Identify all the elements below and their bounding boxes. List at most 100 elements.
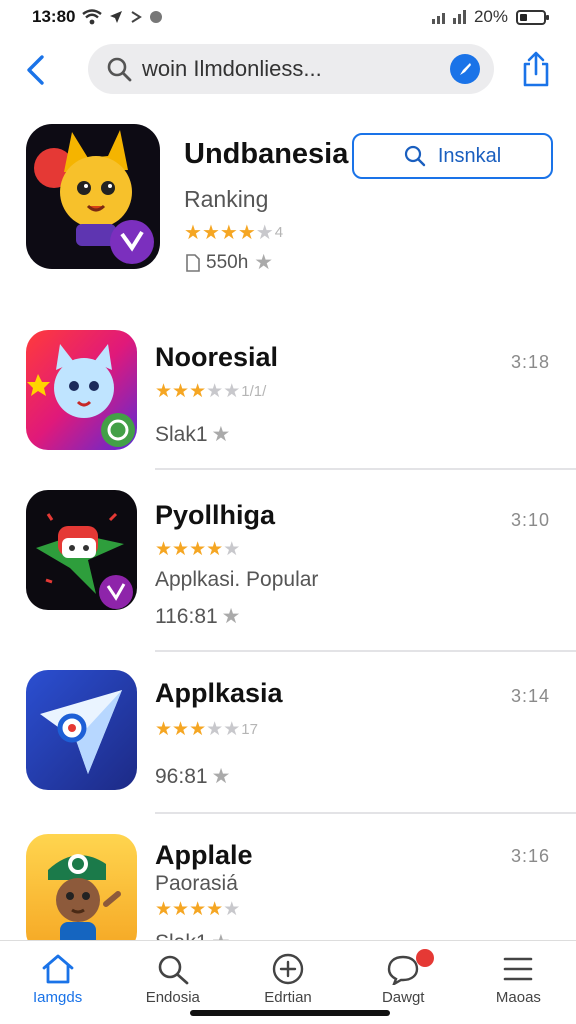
signal-icon: [431, 10, 445, 24]
tab-label: Endosia: [145, 989, 200, 1006]
star-icon: ★: [211, 765, 231, 788]
battery-icon: [516, 9, 549, 25]
app-rating: ★★★★★: [155, 898, 240, 921]
app-time: 3:16: [510, 846, 550, 866]
status-time: 13:80: [32, 7, 76, 26]
star-filled-icon: ★: [201, 222, 220, 244]
featured-size: 550h: [206, 251, 249, 273]
app-icon[interactable]: [26, 834, 137, 954]
app-rating: ★★★★★: [155, 538, 240, 561]
featured-app[interactable]: Undbanesia Ranking ★★★★★ 4 550h ★ Insnka…: [0, 122, 576, 292]
star-filled-icon: ★: [189, 719, 207, 740]
location-icon: [110, 11, 123, 23]
app-category: Paorasiá: [155, 872, 238, 895]
back-button[interactable]: [20, 52, 50, 88]
star-empty-icon: ★: [206, 381, 224, 402]
rating-tail: 17: [241, 721, 258, 738]
app-time: 3:10: [510, 510, 550, 530]
app-time: 3:14: [510, 686, 550, 706]
star-icon: ★: [254, 251, 274, 274]
app-title: Nooresial: [155, 342, 279, 372]
divider: [155, 812, 576, 814]
app-title: Applale: [155, 840, 253, 870]
list-item[interactable]: Nooresial 3:18 ★★★★★ 1/1/ Slak1 ★: [0, 322, 576, 486]
star-filled-icon: ★: [206, 899, 224, 920]
featured-app-title: Undbanesia: [184, 138, 349, 170]
search-icon: [158, 955, 189, 985]
star-empty-icon: ★: [223, 381, 241, 402]
star-filled-icon: ★: [155, 719, 173, 740]
notification-badge: [415, 949, 434, 967]
rating-tail: 4: [274, 224, 284, 241]
app-category: Applkasi. Popular: [155, 568, 319, 591]
plus-circle-icon: [272, 953, 304, 985]
list-item[interactable]: Applkasia 3:14 ★★★★★ 17 96:81 ★: [0, 662, 576, 826]
tab-label: Iamgds: [33, 989, 83, 1006]
share-icon: [523, 51, 549, 87]
app-icon[interactable]: [26, 490, 137, 610]
search-bar[interactable]: woin Ilmdonliess...: [88, 44, 494, 94]
app-count: 116:81 ★: [155, 604, 241, 629]
star-filled-icon: ★: [155, 899, 173, 920]
install-button[interactable]: Insnkal: [352, 133, 553, 179]
dot-icon: [150, 11, 163, 23]
star-icon: ★: [221, 605, 241, 628]
tab-home[interactable]: Iamgds: [0, 941, 115, 1024]
star-empty-icon: ★: [223, 539, 241, 560]
divider: [155, 468, 576, 470]
app-title: Pyollhiga: [155, 500, 276, 530]
featured-app-icon[interactable]: [26, 124, 160, 269]
star-filled-icon: ★: [206, 539, 224, 560]
star-filled-icon: ★: [172, 719, 190, 740]
rating-tail: 1/1/: [241, 383, 267, 400]
app-count-text: 96:81: [155, 764, 208, 788]
tab-menu[interactable]: Maoas: [461, 941, 576, 1024]
app-count: 96:81 ★: [155, 764, 230, 789]
signal-2-icon: [452, 10, 466, 24]
featured-app-subtitle: Ranking: [184, 186, 269, 212]
star-empty-icon: ★: [206, 719, 224, 740]
wifi-icon: [82, 9, 103, 25]
star-filled-icon: ★: [189, 539, 207, 560]
star-filled-icon: ★: [189, 899, 207, 920]
star-filled-icon: ★: [172, 539, 190, 560]
chevron-left-icon: [27, 55, 44, 85]
search-icon: [404, 145, 426, 167]
tab-label: Edrtian: [264, 989, 312, 1006]
share-button[interactable]: [518, 48, 554, 90]
app-icon[interactable]: [26, 670, 137, 790]
search-input[interactable]: woin Ilmdonliess...: [132, 56, 450, 82]
app-count-text: 116:81: [155, 604, 218, 628]
app-time: 3:18: [510, 352, 550, 372]
star-filled-icon: ★: [189, 381, 207, 402]
tab-label: Dawgt: [381, 989, 425, 1006]
compass-icon[interactable]: [450, 54, 480, 84]
star-filled-icon: ★: [219, 222, 238, 244]
featured-rating: ★★★★★ 4: [184, 220, 283, 245]
divider: [155, 650, 576, 652]
star-filled-icon: ★: [155, 381, 173, 402]
star-empty-icon: ★: [223, 899, 241, 920]
battery-text: 20%: [473, 7, 508, 26]
star-filled-icon: ★: [184, 222, 202, 244]
tab-label: Maoas: [495, 989, 541, 1006]
app-count: Slak1 ★: [155, 422, 230, 447]
star-filled-icon: ★: [172, 381, 190, 402]
status-bar: 13:80 20%: [0, 0, 576, 34]
star-filled-icon: ★: [155, 539, 173, 560]
list-item[interactable]: Pyollhiga 3:10 ★★★★★ Applkasi. Popular 1…: [0, 480, 576, 652]
home-icon: [42, 954, 73, 984]
menu-icon: [504, 957, 533, 981]
home-indicator: [190, 1010, 390, 1016]
star-filled-icon: ★: [172, 899, 190, 920]
app-icon[interactable]: [26, 330, 137, 450]
tab-bar: Iamgds Endosia Edrtian Dawgt Maoas: [0, 940, 576, 1024]
star-filled-icon: ★: [237, 222, 256, 244]
app-count-text: Slak1: [155, 422, 208, 446]
app-title: Applkasia: [155, 678, 283, 708]
star-icon: ★: [211, 423, 231, 446]
star-empty-icon: ★: [255, 222, 274, 244]
top-nav: woin Ilmdonliess...: [0, 42, 576, 98]
install-label: Insnkal: [437, 144, 502, 167]
document-icon: [186, 253, 200, 272]
